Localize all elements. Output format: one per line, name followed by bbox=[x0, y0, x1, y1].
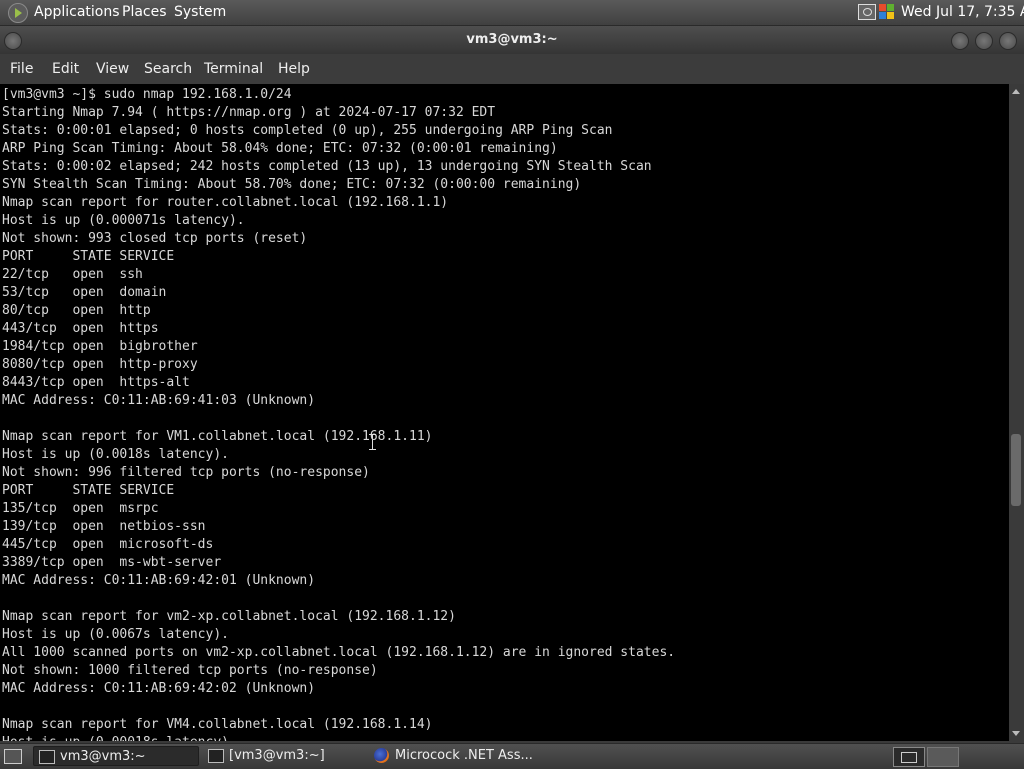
menu-edit[interactable]: Edit bbox=[52, 61, 79, 77]
menu-terminal[interactable]: Terminal bbox=[204, 61, 263, 77]
menu-search[interactable]: Search bbox=[144, 61, 192, 77]
show-desktop-icon[interactable] bbox=[4, 749, 22, 764]
terminal-line: Not shown: 1000 filtered tcp ports (no-r… bbox=[2, 663, 378, 678]
firefox-icon bbox=[374, 748, 389, 763]
terminal-line: Nmap scan report for vm2-xp.collabnet.lo… bbox=[2, 609, 456, 624]
terminal-line: Stats: 0:00:02 elapsed; 242 hosts comple… bbox=[2, 159, 652, 174]
terminal-line: PORT STATE SERVICE bbox=[2, 483, 175, 498]
terminal-icon bbox=[208, 749, 224, 763]
taskbar-item-terminal-active[interactable]: vm3@vm3:~ bbox=[33, 746, 199, 766]
terminal-line: Host is up (0.00018s latency). bbox=[2, 734, 1009, 741]
terminal-line: Nmap scan report for VM4.collabnet.local… bbox=[2, 717, 433, 732]
workspace-1[interactable] bbox=[893, 747, 925, 767]
taskbar-item-terminal[interactable]: [vm3@vm3:~] bbox=[203, 746, 363, 766]
terminal-line: MAC Address: C0:11:AB:69:41:03 (Unknown) bbox=[2, 393, 316, 408]
terminal-line: SYN Stealth Scan Timing: About 58.70% do… bbox=[2, 177, 582, 192]
terminal-output: [vm3@vm3 ~]$ sudo nmap 192.168.1.0/24 Sta… bbox=[0, 84, 1009, 741]
taskbar-item-label: [vm3@vm3:~] bbox=[229, 748, 325, 763]
terminal-line: 8080/tcp open http-proxy bbox=[2, 357, 198, 372]
gnome-foot-icon[interactable] bbox=[8, 3, 28, 23]
menubar: File Edit View Search Terminal Help bbox=[0, 54, 1024, 84]
terminal-line: All 1000 scanned ports on vm2-xp.collabn… bbox=[2, 645, 676, 660]
terminal-line: 139/tcp open netbios-ssn bbox=[2, 519, 206, 534]
scroll-down-arrow-icon[interactable] bbox=[1012, 731, 1020, 736]
terminal-line: Host is up (0.0067s latency). bbox=[2, 627, 229, 642]
windows-flag-icon[interactable] bbox=[879, 4, 895, 20]
terminal-line: Host is up (0.0018s latency). bbox=[2, 447, 229, 462]
terminal-line: 1984/tcp open bigbrother bbox=[2, 339, 198, 354]
menu-file[interactable]: File bbox=[10, 61, 33, 77]
window-title: vm3@vm3:~ bbox=[466, 32, 558, 47]
close-button[interactable] bbox=[999, 32, 1017, 50]
terminal-line: Nmap scan report for router.collabnet.lo… bbox=[2, 195, 449, 210]
window-menu-button[interactable] bbox=[4, 32, 22, 50]
terminal-line: Not shown: 993 closed tcp ports (reset) bbox=[2, 231, 308, 246]
terminal-line: 80/tcp open http bbox=[2, 303, 151, 318]
scroll-thumb[interactable] bbox=[1011, 434, 1021, 506]
scroll-up-arrow-icon[interactable] bbox=[1012, 89, 1020, 94]
terminal-line: 53/tcp open domain bbox=[2, 285, 167, 300]
applications-menu[interactable]: Applications bbox=[34, 4, 120, 20]
terminal-line: Host is up (0.000071s latency). bbox=[2, 213, 245, 228]
taskbar-item-label: vm3@vm3:~ bbox=[60, 749, 146, 764]
window-titlebar[interactable]: vm3@vm3:~ bbox=[0, 26, 1024, 54]
top-panel: Applications Places System Wed Jul 17, 7… bbox=[0, 0, 1024, 26]
terminal-area[interactable]: [vm3@vm3 ~]$ sudo nmap 192.168.1.0/24 Sta… bbox=[0, 84, 1009, 741]
terminal-icon bbox=[39, 750, 55, 764]
taskbar-item-label: Microcock .NET Ass... bbox=[395, 748, 533, 763]
minimize-button[interactable] bbox=[951, 32, 969, 50]
clock[interactable]: Wed Jul 17, 7:35 AM bbox=[901, 4, 1024, 20]
terminal-line: PORT STATE SERVICE bbox=[2, 249, 175, 264]
text-cursor-icon bbox=[369, 434, 376, 450]
workspace-2[interactable] bbox=[927, 747, 959, 767]
menu-view[interactable]: View bbox=[96, 61, 129, 77]
terminal-line: [vm3@vm3 ~]$ sudo nmap 192.168.1.0/24 bbox=[2, 87, 292, 102]
scrollbar[interactable] bbox=[1009, 84, 1024, 741]
terminal-line: Starting Nmap 7.94 ( https://nmap.org ) … bbox=[2, 105, 496, 120]
terminal-line: MAC Address: C0:11:AB:69:42:01 (Unknown) bbox=[2, 573, 316, 588]
menu-help[interactable]: Help bbox=[278, 61, 310, 77]
places-menu[interactable]: Places bbox=[122, 4, 167, 20]
terminal-line: Nmap scan report for VM1.collabnet.local… bbox=[2, 429, 433, 444]
terminal-line: 445/tcp open microsoft-ds bbox=[2, 537, 214, 552]
taskbar-item-firefox[interactable]: Microcock .NET Ass... bbox=[369, 746, 559, 766]
terminal-line: 8443/tcp open https-alt bbox=[2, 375, 190, 390]
terminal-line: Stats: 0:00:01 elapsed; 0 hosts complete… bbox=[2, 123, 613, 138]
display-settings-icon[interactable] bbox=[858, 4, 876, 20]
terminal-line: ARP Ping Scan Timing: About 58.04% done;… bbox=[2, 141, 558, 156]
terminal-line: 135/tcp open msrpc bbox=[2, 501, 159, 516]
taskbar: vm3@vm3:~ [vm3@vm3:~] Microcock .NET Ass… bbox=[0, 743, 1024, 769]
terminal-line: MAC Address: C0:11:AB:69:42:02 (Unknown) bbox=[2, 681, 316, 696]
terminal-line: 443/tcp open https bbox=[2, 321, 159, 336]
terminal-line: 3389/tcp open ms-wbt-server bbox=[2, 555, 222, 570]
terminal-line: 22/tcp open ssh bbox=[2, 267, 143, 282]
maximize-button[interactable] bbox=[975, 32, 993, 50]
system-menu[interactable]: System bbox=[174, 4, 226, 20]
terminal-line: Not shown: 996 filtered tcp ports (no-re… bbox=[2, 465, 370, 480]
